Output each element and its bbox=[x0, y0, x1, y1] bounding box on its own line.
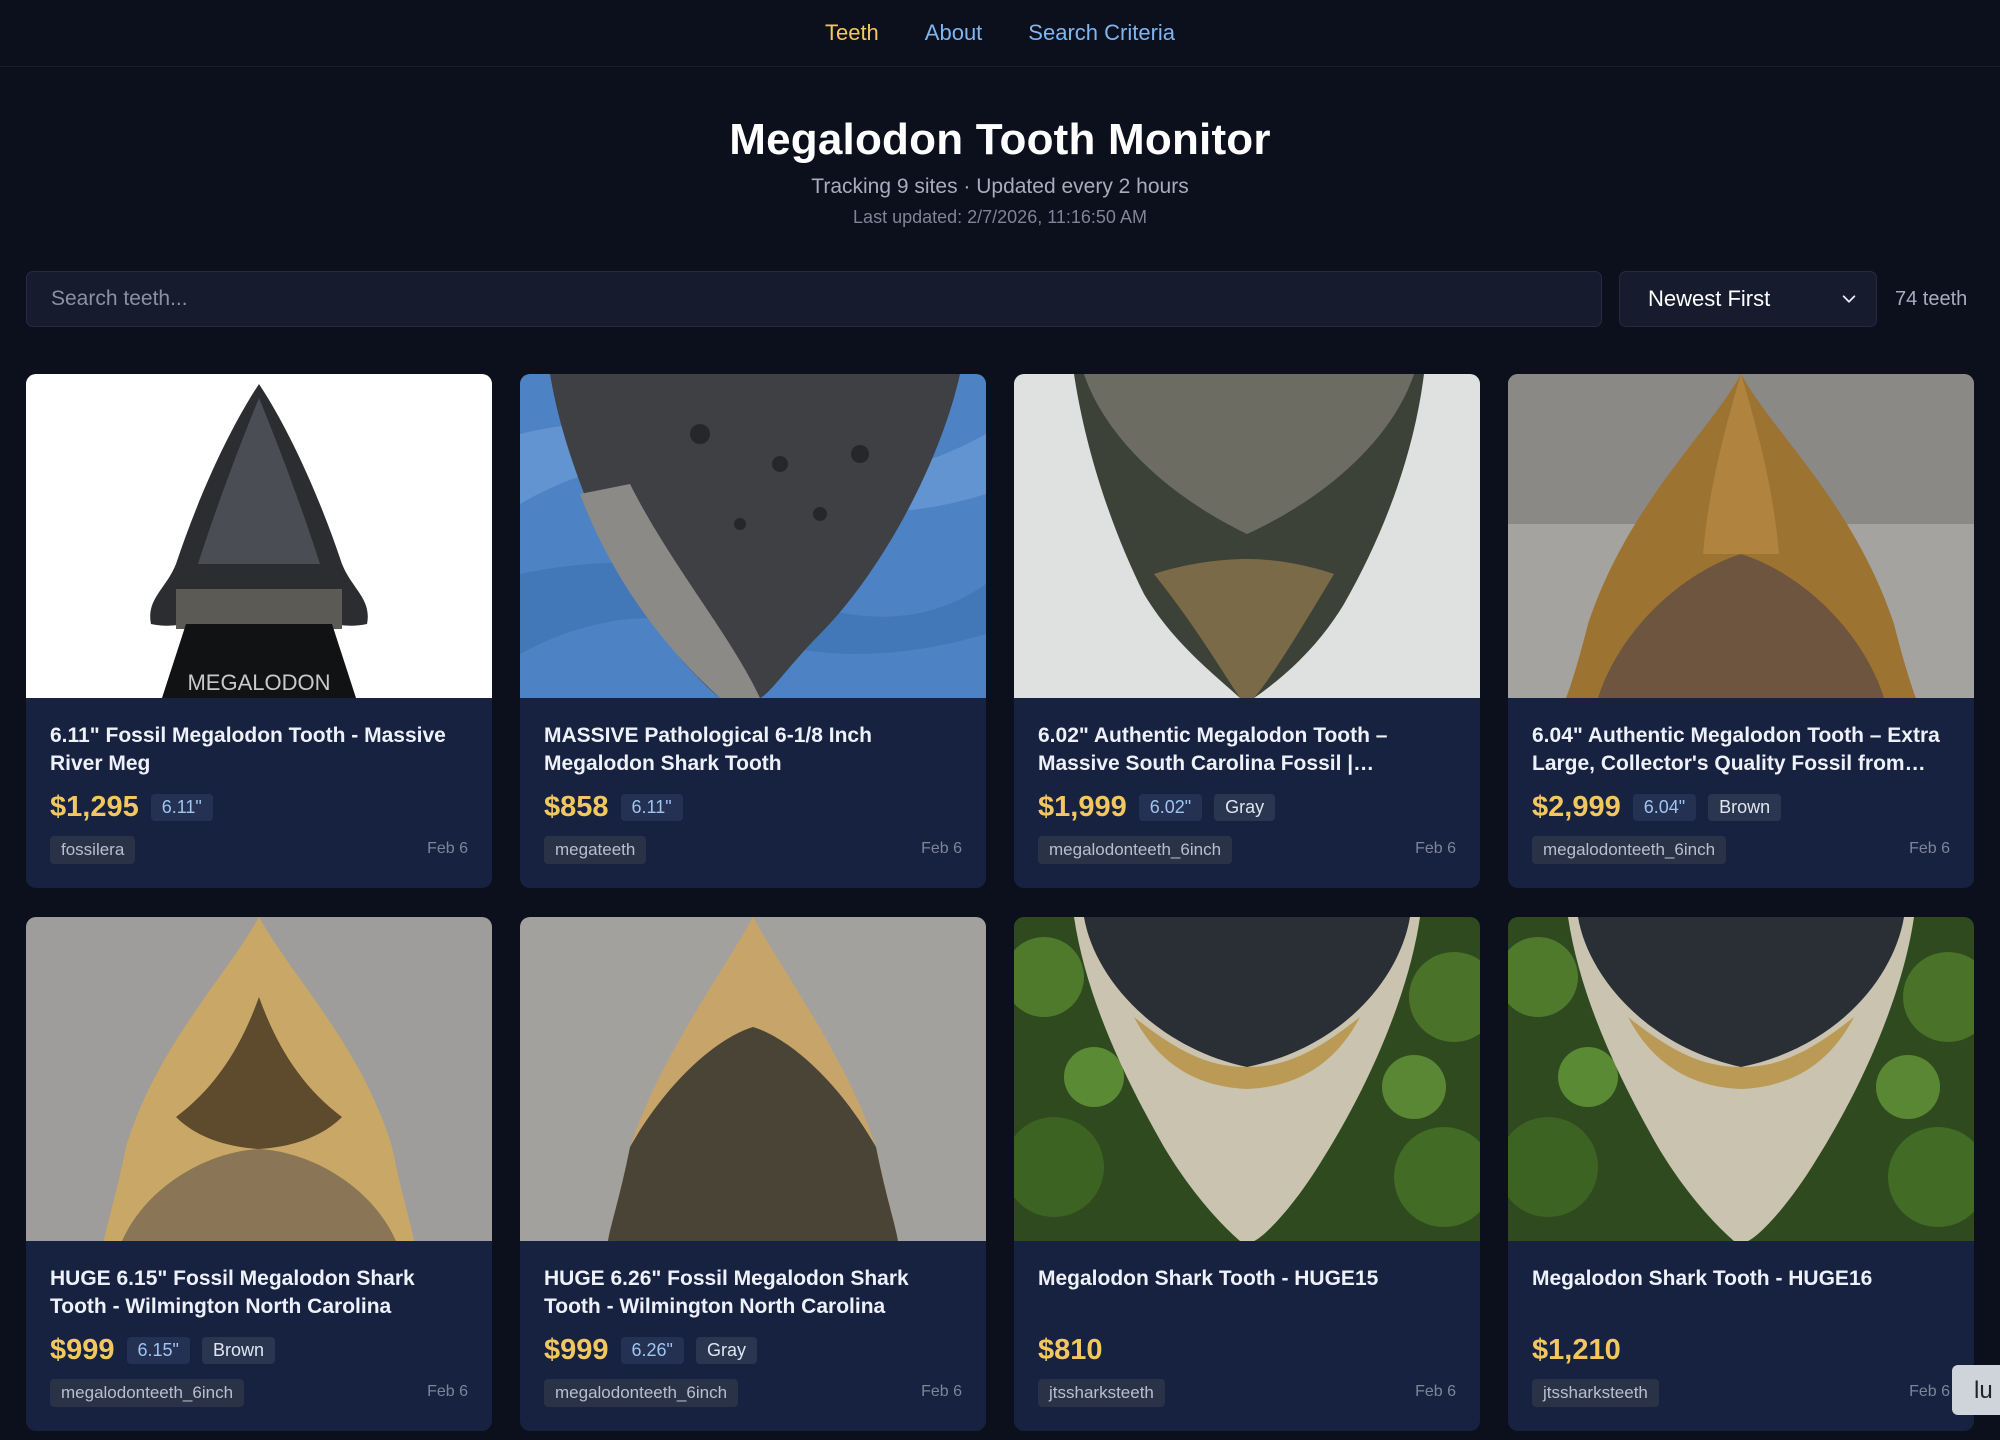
chevron-down-icon bbox=[1842, 295, 1856, 303]
color-badge: Gray bbox=[695, 1336, 757, 1364]
tooth-title[interactable]: MASSIVE Pathological 6-1/8 Inch Megalodo… bbox=[544, 722, 962, 778]
tooth-card[interactable]: HUGE 6.26" Fossil Megalodon Shark Tooth … bbox=[520, 917, 986, 1431]
tooth-title[interactable]: 6.11" Fossil Megalodon Tooth - Massive R… bbox=[50, 722, 468, 778]
svg-text:MEGALODON: MEGALODON bbox=[187, 670, 330, 695]
price-row: $1,295 6.11" bbox=[50, 789, 468, 825]
tooth-price: $858 bbox=[544, 790, 609, 823]
card-body: 6.04" Authentic Megalodon Tooth – Extra … bbox=[1508, 698, 1974, 888]
listing-date: Feb 6 bbox=[427, 840, 468, 857]
tooth-title[interactable]: 6.04" Authentic Megalodon Tooth – Extra … bbox=[1532, 722, 1950, 778]
tooth-card[interactable]: 6.02" Authentic Megalodon Tooth – Massiv… bbox=[1014, 374, 1480, 888]
site-badge: fossilera bbox=[50, 836, 136, 864]
listing-date: Feb 6 bbox=[1909, 840, 1950, 857]
site-badge: megalodonteeth_6inch bbox=[544, 1379, 739, 1407]
tooth-title[interactable]: 6.02" Authentic Megalodon Tooth – Massiv… bbox=[1038, 722, 1456, 778]
tooth-price: $999 bbox=[544, 1333, 609, 1366]
card-body: MASSIVE Pathological 6-1/8 Inch Megalodo… bbox=[520, 698, 986, 888]
tooth-card[interactable]: 6.04" Authentic Megalodon Tooth – Extra … bbox=[1508, 374, 1974, 888]
size-badge: 6.11" bbox=[620, 793, 683, 821]
price-row: $810 bbox=[1038, 1332, 1456, 1368]
tooth-title[interactable]: Megalodon Shark Tooth - HUGE16 bbox=[1532, 1265, 1950, 1321]
sort-select[interactable]: Newest First bbox=[1619, 271, 1877, 327]
tooth-price: $810 bbox=[1038, 1333, 1103, 1366]
size-badge: 6.15" bbox=[126, 1336, 190, 1364]
result-count: 74 teeth bbox=[1895, 287, 1968, 310]
listing-date: Feb 6 bbox=[1415, 1383, 1456, 1400]
site-badge: jtssharksteeth bbox=[1532, 1379, 1659, 1407]
color-badge: Brown bbox=[1708, 793, 1782, 821]
price-row: $999 6.15" Brown bbox=[50, 1332, 468, 1368]
listing-date: Feb 6 bbox=[921, 1383, 962, 1400]
site-badge: megateeth bbox=[544, 836, 647, 864]
tooth-title[interactable]: HUGE 6.15" Fossil Megalodon Shark Tooth … bbox=[50, 1265, 468, 1321]
size-badge: 6.04" bbox=[1632, 793, 1697, 821]
tooth-image[interactable] bbox=[520, 374, 986, 698]
tooth-price: $1,295 bbox=[50, 790, 139, 823]
tooth-card[interactable]: Megalodon Shark Tooth - HUGE16 $1,210 jtss… bbox=[1508, 917, 1974, 1431]
size-badge: 6.26" bbox=[620, 1336, 684, 1364]
nav-about[interactable]: About bbox=[925, 20, 983, 46]
size-badge: 6.02" bbox=[1138, 793, 1203, 821]
tooth-card[interactable]: HUGE 6.15" Fossil Megalodon Shark Tooth … bbox=[26, 917, 492, 1431]
color-badge: Brown bbox=[201, 1336, 275, 1364]
size-badge: 6.11" bbox=[150, 793, 213, 821]
tooth-card[interactable]: MEGALODON 6.11" Fossil Megalodon Tooth - … bbox=[26, 374, 492, 888]
card-body: 6.11" Fossil Megalodon Tooth - Massive R… bbox=[26, 698, 492, 888]
tooth-card[interactable]: MASSIVE Pathological 6-1/8 Inch Megalodo… bbox=[520, 374, 986, 888]
site-badge: megalodonteeth_6inch bbox=[1532, 836, 1727, 864]
tooth-image[interactable] bbox=[1014, 374, 1480, 698]
card-body: 6.02" Authentic Megalodon Tooth – Massiv… bbox=[1014, 698, 1480, 888]
floating-button[interactable]: lu bbox=[1952, 1365, 2000, 1415]
tooth-image[interactable] bbox=[520, 917, 986, 1241]
teeth-grid: MEGALODON 6.11" Fossil Megalodon Tooth - … bbox=[26, 374, 1974, 1431]
page-header: Megalodon Tooth Monitor Tracking 9 sites… bbox=[0, 67, 2000, 228]
listing-date: Feb 6 bbox=[1909, 1383, 1950, 1400]
listing-date: Feb 6 bbox=[921, 840, 962, 857]
page-subtitle: Tracking 9 sites · Updated every 2 hours bbox=[811, 175, 1189, 198]
nav-teeth[interactable]: Teeth bbox=[825, 20, 879, 46]
tooth-image[interactable] bbox=[1508, 917, 1974, 1241]
sort-selected-label: Newest First bbox=[1648, 286, 1771, 311]
site-badge: jtssharksteeth bbox=[1038, 1379, 1165, 1407]
search-input[interactable] bbox=[26, 271, 1602, 327]
card-body: HUGE 6.15" Fossil Megalodon Shark Tooth … bbox=[26, 1241, 492, 1431]
page-title: Megalodon Tooth Monitor bbox=[729, 115, 1271, 164]
price-row: $858 6.11" bbox=[544, 789, 962, 825]
site-badge: megalodonteeth_6inch bbox=[1038, 836, 1233, 864]
tooth-title[interactable]: Megalodon Shark Tooth - HUGE15 bbox=[1038, 1265, 1456, 1321]
tooth-image[interactable] bbox=[1508, 374, 1974, 698]
card-body: Megalodon Shark Tooth - HUGE16 $1,210 jtss… bbox=[1508, 1241, 1974, 1431]
listing-date: Feb 6 bbox=[1415, 840, 1456, 857]
card-body: HUGE 6.26" Fossil Megalodon Shark Tooth … bbox=[520, 1241, 986, 1431]
nav-search-criteria[interactable]: Search Criteria bbox=[1028, 20, 1175, 46]
price-row: $1,210 bbox=[1532, 1332, 1950, 1368]
tooth-image[interactable]: MEGALODON bbox=[26, 374, 492, 698]
tooth-image[interactable] bbox=[1014, 917, 1480, 1241]
tooth-price: $1,999 bbox=[1038, 790, 1127, 823]
tooth-price: $999 bbox=[50, 1333, 115, 1366]
tooth-card[interactable]: Megalodon Shark Tooth - HUGE15 $810 jtssha… bbox=[1014, 917, 1480, 1431]
last-updated: Last updated: 2/7/2026, 11:16:50 AM bbox=[853, 207, 1147, 227]
card-body: Megalodon Shark Tooth - HUGE15 $810 jtssha… bbox=[1014, 1241, 1480, 1431]
price-row: $1,999 6.02" Gray bbox=[1038, 789, 1456, 825]
listing-date: Feb 6 bbox=[427, 1383, 468, 1400]
tooth-price: $2,999 bbox=[1532, 790, 1621, 823]
site-badge: megalodonteeth_6inch bbox=[50, 1379, 245, 1407]
price-row: $999 6.26" Gray bbox=[544, 1332, 962, 1368]
top-nav: Teeth About Search Criteria bbox=[0, 0, 2000, 67]
tooth-title[interactable]: HUGE 6.26" Fossil Megalodon Shark Tooth … bbox=[544, 1265, 962, 1321]
tooth-price: $1,210 bbox=[1532, 1333, 1621, 1366]
controls-bar: Newest First 74 teeth bbox=[26, 271, 1974, 327]
color-badge: Gray bbox=[1214, 793, 1276, 821]
price-row: $2,999 6.04" Brown bbox=[1532, 789, 1950, 825]
tooth-image[interactable] bbox=[26, 917, 492, 1241]
